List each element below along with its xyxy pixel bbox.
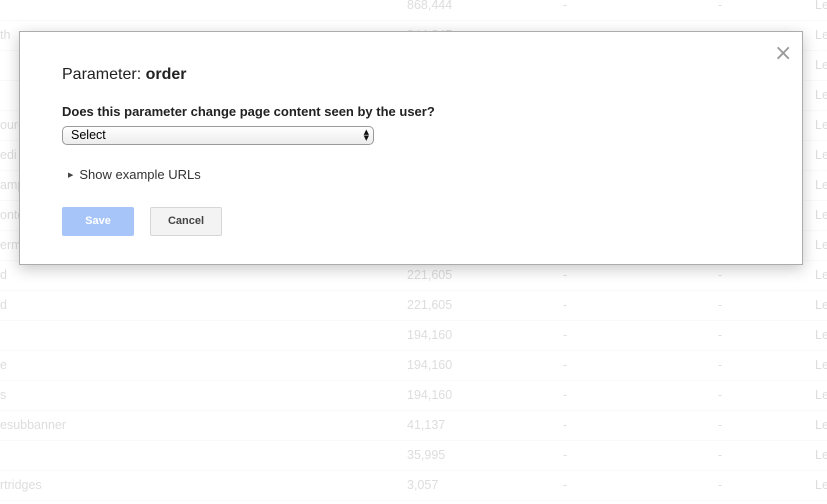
close-icon[interactable]: × [774,43,792,65]
parameter-dialog: × Parameter: order Does this parameter c… [19,31,803,265]
expand-triangle-icon: ▶ [68,171,74,179]
select-value: Select [71,128,106,142]
show-example-urls-toggle[interactable]: ▶ Show example URLs [68,167,201,182]
cancel-button[interactable]: Cancel [150,207,222,236]
save-button[interactable]: Save [62,207,134,236]
title-prefix: Parameter: [62,66,146,83]
select-arrows-icon: ▲ ▼ [363,128,369,142]
dialog-title: Parameter: order [62,66,187,84]
question-label: Does this parameter change page content … [62,104,435,119]
show-example-urls-label: Show example URLs [79,167,201,182]
parameter-name: order [145,66,187,83]
content-change-select[interactable]: Select ▲ ▼ [62,126,374,145]
